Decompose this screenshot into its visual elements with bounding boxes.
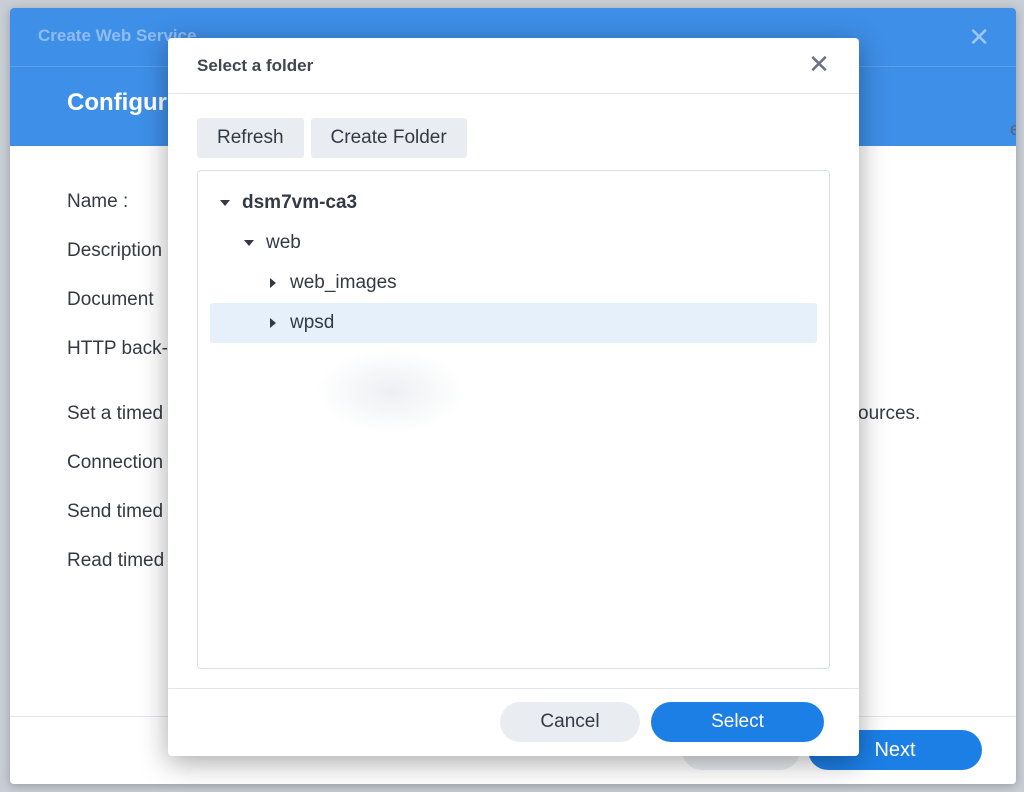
tree-node-label: web_images	[290, 272, 397, 293]
chevron-right-icon[interactable]	[266, 316, 280, 330]
wizard-heading: Configur	[67, 89, 167, 116]
refresh-button[interactable]: Refresh	[197, 118, 304, 158]
create-folder-button[interactable]: Create Folder	[310, 118, 467, 158]
form-label-connection: Connection	[67, 452, 164, 473]
close-icon[interactable]: ✕	[807, 51, 831, 77]
blurred-overlay	[316, 349, 466, 434]
select-folder-dialog: Select a folder ✕ Refresh Create Folder …	[168, 38, 859, 756]
tree-node-web-images[interactable]: web_images	[266, 263, 397, 303]
form-label-description: Description	[67, 240, 163, 261]
tree-node-web[interactable]: web	[242, 223, 301, 263]
tree-node-label: dsm7vm-ca3	[242, 192, 358, 213]
tree-node-label: web	[266, 232, 301, 253]
form-text-resources: ources.	[858, 403, 921, 424]
form-label-send-timeout: Send timed	[67, 501, 164, 522]
form-label-http-backend: HTTP back-	[67, 338, 169, 359]
form-label-name: Name :	[67, 191, 129, 212]
wizard-header-edge-text: e	[1009, 119, 1016, 139]
dialog-header: Select a folder ✕	[168, 38, 859, 94]
chevron-down-icon[interactable]	[242, 236, 256, 250]
chevron-down-icon[interactable]	[218, 196, 232, 210]
dialog-toolbar: Refresh Create Folder	[197, 118, 467, 158]
close-icon[interactable]: ✕	[968, 22, 990, 53]
cancel-button[interactable]: Cancel	[500, 702, 640, 742]
form-label-document: Document	[67, 289, 154, 310]
folder-tree: dsm7vm-ca3 web web_images wpsd	[197, 170, 830, 669]
tree-node-dsm7vm-ca3[interactable]: dsm7vm-ca3	[218, 183, 357, 223]
dialog-title: Select a folder	[197, 56, 314, 75]
form-label-timeout-intro: Set a timed	[67, 403, 164, 424]
form-label-read-timeout: Read timed	[67, 550, 165, 571]
tree-node-wpsd[interactable]: wpsd	[210, 303, 817, 343]
select-button[interactable]: Select	[651, 702, 824, 742]
chevron-right-icon[interactable]	[266, 276, 280, 290]
dialog-footer-divider	[168, 688, 859, 689]
tree-node-label: wpsd	[290, 312, 335, 333]
